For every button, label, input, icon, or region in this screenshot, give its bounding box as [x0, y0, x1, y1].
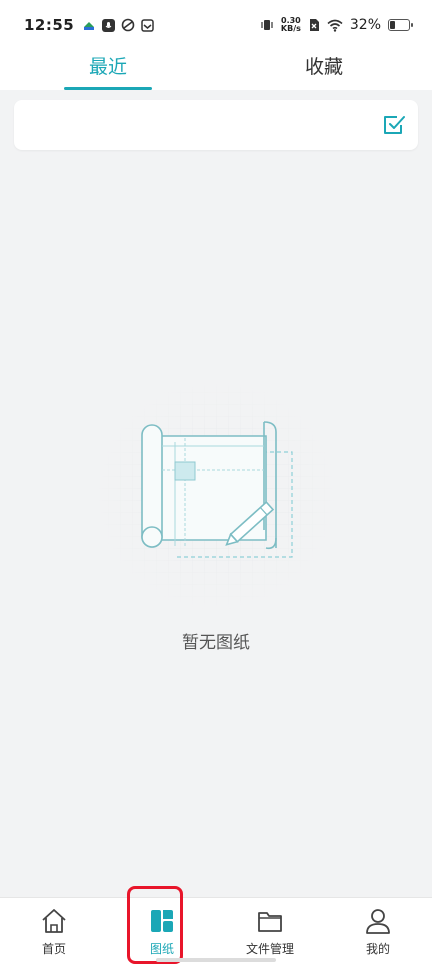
app-notification-icon — [82, 18, 96, 32]
nav-drawings[interactable]: 图纸 — [108, 898, 216, 964]
tab-bar: 最近 收藏 — [0, 50, 432, 90]
nav-drawings-label: 图纸 — [149, 942, 174, 956]
status-notification-icons — [82, 18, 154, 32]
no-sim-icon — [308, 18, 320, 32]
microphone-notification-icon — [102, 18, 116, 32]
battery-icon — [388, 19, 413, 31]
checkbox-icon — [384, 116, 405, 134]
home-icon — [42, 909, 66, 933]
folder-icon — [258, 912, 282, 932]
status-right: 0.30 KB/s 32% — [260, 17, 413, 33]
profile-icon — [366, 909, 390, 934]
bottom-nav: 首页 图纸 文件管理 我的 — [0, 897, 432, 964]
battery-percent: 32% — [349, 17, 381, 33]
nav-profile[interactable]: 我的 — [324, 898, 432, 964]
nav-file-manager-label: 文件管理 — [245, 942, 294, 956]
tab-favorites[interactable]: 收藏 — [216, 50, 432, 90]
status-time: 12:55 — [24, 16, 75, 34]
empty-state-message: 暂无图纸 — [182, 633, 250, 653]
top-area: 12:55 0.30 KB/s 32% 最近 收藏 — [0, 0, 432, 90]
status-bar: 12:55 0.30 KB/s 32% — [0, 0, 432, 50]
nav-file-manager[interactable]: 文件管理 — [216, 898, 324, 964]
network-speed-unit: KB/s — [280, 24, 301, 33]
network-speed: 0.30 KB/s — [281, 17, 301, 33]
multi-select-button[interactable] — [382, 113, 406, 137]
battery-fill — [390, 21, 395, 29]
filter-card — [14, 100, 418, 150]
home-indicator — [156, 958, 276, 962]
wifi-icon — [327, 19, 343, 32]
inbox-notification-icon — [141, 18, 154, 32]
nav-home[interactable]: 首页 — [0, 898, 108, 964]
sync-notification-icon — [121, 18, 135, 32]
empty-drawing-illustration — [96, 380, 336, 610]
tab-recent[interactable]: 最近 — [0, 50, 216, 90]
drawings-icon — [151, 910, 173, 932]
vibrate-icon — [260, 18, 274, 32]
nav-home-label: 首页 — [41, 942, 66, 956]
nav-profile-label: 我的 — [365, 942, 390, 956]
